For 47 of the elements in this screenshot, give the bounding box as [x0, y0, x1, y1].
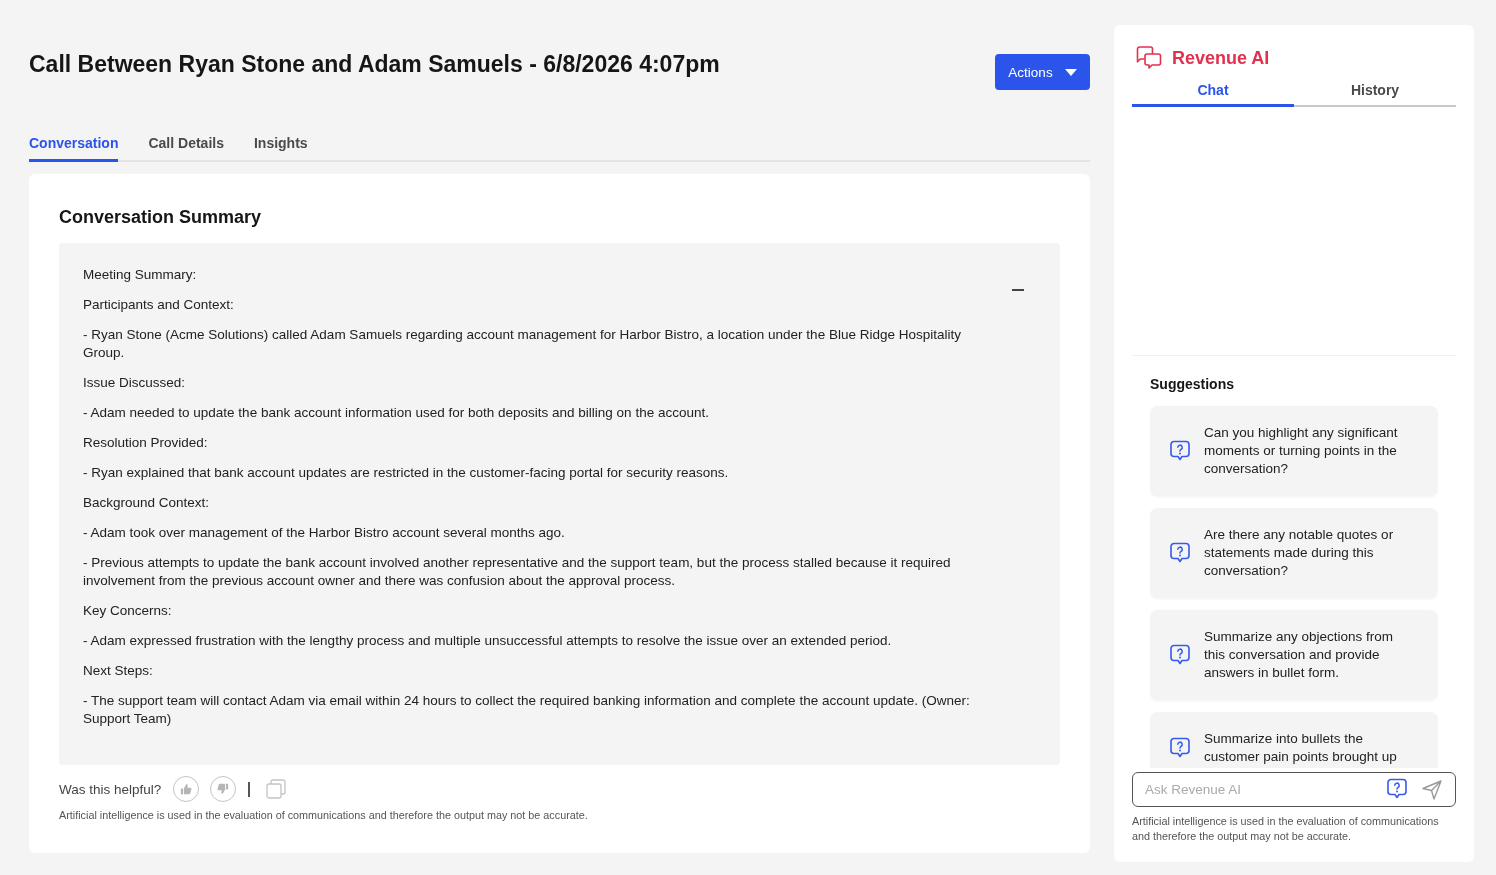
summary-paragraph: - Adam needed to update the bank account information used for both deposits and billing on the account.	[83, 404, 710, 422]
actions-button[interactable]: Actions	[995, 54, 1090, 90]
summary-paragraph: - Adam took over management of the Harbor Bistro account several months ago.	[83, 524, 566, 542]
suggestion-card[interactable]: Are there any notable quotes or statements made during this conversation?	[1150, 508, 1438, 598]
tab[interactable]: Call Details	[148, 134, 224, 162]
send-icon[interactable]	[1422, 780, 1442, 800]
chat-bubbles-icon	[1136, 46, 1162, 70]
summary-paragraph: Next Steps:	[83, 662, 154, 680]
ai-disclaimer: Artificial intelligence is used in the evaluation of communications and therefore the output may not be accurate.	[59, 808, 589, 822]
question-bubble-icon[interactable]	[1387, 778, 1407, 800]
summary-paragraph: Issue Discussed:	[83, 374, 187, 392]
question-bubble-icon	[1170, 737, 1190, 759]
summary-paragraph: Background Context:	[83, 494, 211, 512]
tab[interactable]: Conversation	[29, 134, 119, 162]
copy-icon	[266, 779, 287, 799]
ai-disclaimer: Artificial intelligence is used in the evaluation of communications and therefore the output may not be accurate.	[1132, 814, 1440, 844]
summary-paragraph: - Ryan explained that bank account updates are restricted in the customer-facing portal for security reasons.	[83, 464, 730, 482]
caret-down-icon	[1064, 68, 1077, 76]
summary-paragraph: - The support team will contact Adam via email within 24 hours to collect the required banking information and complete the account update. (Owner: Support Team)	[83, 692, 971, 728]
summary-paragraph: Participants and Context:	[83, 296, 235, 314]
thumbs-down-icon	[217, 783, 230, 795]
summary-paragraph: - Adam expressed frustration with the lengthy process and multiple unsuccessful attempts to resolve the issue over an extended period.	[83, 632, 893, 650]
suggestion-card[interactable]: Summarize any objections from this conversation and provide answers in bullet form.	[1150, 610, 1438, 700]
tab[interactable]: History	[1294, 81, 1456, 107]
summary-paragraph: Resolution Provided:	[83, 434, 209, 452]
minus-icon	[1012, 289, 1024, 291]
tab[interactable]: Insights	[253, 134, 308, 162]
question-bubble-icon	[1170, 644, 1190, 666]
summary-paragraph: Key Concerns:	[83, 602, 173, 620]
thumbs-down-button[interactable]	[210, 776, 237, 802]
assistant-title: Revenue AI	[1172, 47, 1270, 70]
thumbs-up-icon	[180, 783, 193, 795]
ask-input-field[interactable]: Ask Revenue AI	[1132, 772, 1456, 807]
summary-paragraph: Meeting Summary:	[83, 266, 198, 284]
page-title: Call Between Ryan Stone and Adam Samuels - 6/8/2026 4:07pm	[29, 50, 720, 78]
question-bubble-icon	[1170, 542, 1190, 564]
summary-heading: Conversation Summary	[59, 206, 263, 228]
summary-paragraph: - Previous attempts to update the bank account involved another representative and the support team, but the process stalled because it required involvement from the previous account owner and there was confusion about the approval process.	[83, 554, 952, 590]
suggestions-heading: Suggestions	[1150, 375, 1235, 394]
suggestion-card[interactable]: Summarize into bullets the customer pain points brought up	[1150, 712, 1438, 768]
tab[interactable]: Chat	[1132, 81, 1294, 107]
suggestion-card[interactable]: Can you highlight any significant moments or turning points in the conversation?	[1150, 406, 1438, 496]
question-bubble-icon	[1170, 440, 1190, 462]
summary-paragraph: - Ryan Stone (Acme Solutions) called Adam Samuels regarding account management for Harbor Bistro, a location under the Blue Ridge Hospitality Group.	[83, 326, 962, 362]
thumbs-up-button[interactable]	[173, 776, 200, 802]
copy-button[interactable]	[266, 779, 287, 799]
feedback-question: Was this helpful?	[59, 781, 162, 797]
